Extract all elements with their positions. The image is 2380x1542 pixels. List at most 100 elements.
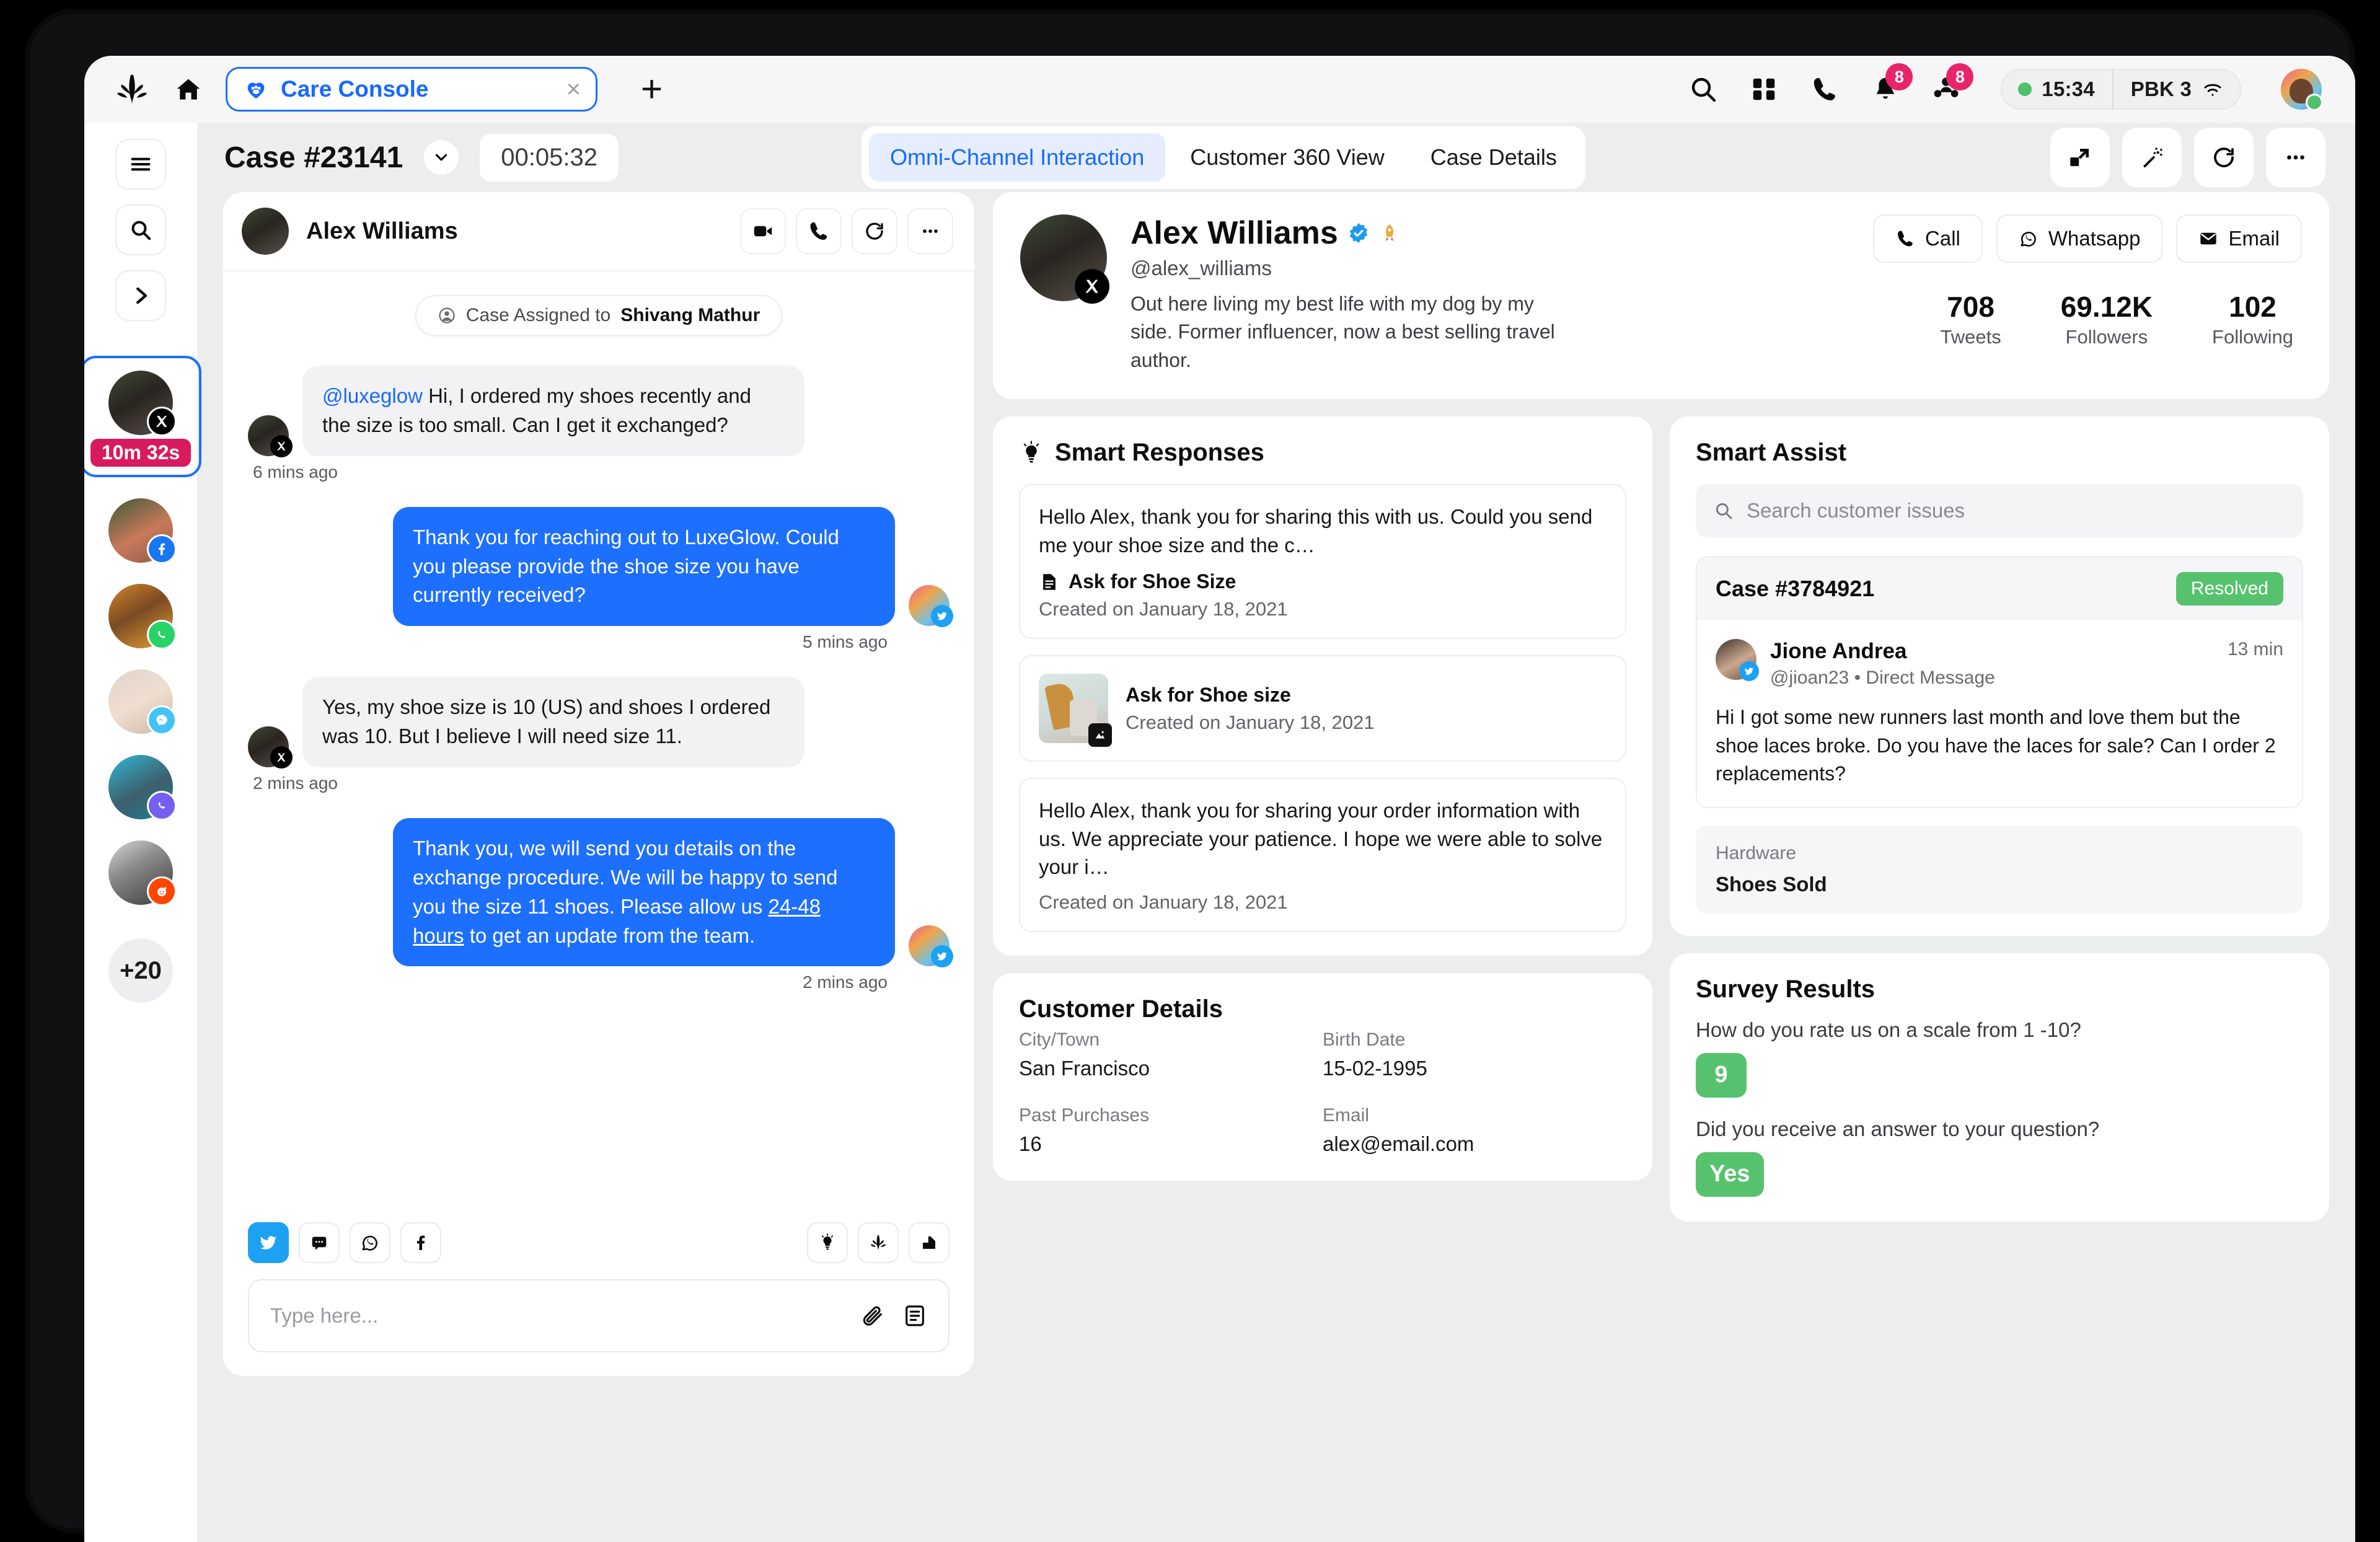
- queue-item-messenger[interactable]: [108, 669, 177, 735]
- attachment-icon[interactable]: [860, 1303, 885, 1328]
- whatsapp-button[interactable]: Whatsapp: [1996, 214, 2163, 263]
- composer-suggestions-button[interactable]: [807, 1222, 848, 1263]
- field-label: Past Purchases: [1019, 1104, 1150, 1126]
- composer-channel-twitter[interactable]: [248, 1222, 289, 1263]
- avatar: [108, 370, 177, 436]
- video-call-button[interactable]: [740, 208, 786, 254]
- message-timestamp: 5 mins ago: [803, 632, 888, 652]
- x-icon: [1075, 269, 1109, 304]
- workspace-content: Alex Williams Case Assigned to Shivang M…: [197, 192, 2355, 1542]
- agent-avatar[interactable]: [2281, 69, 2323, 111]
- mention-link[interactable]: @luxeglow: [322, 384, 423, 407]
- related-case-time: 13 min: [2227, 639, 2283, 660]
- queue-item-reddit[interactable]: [108, 840, 177, 906]
- tab-customer-360-view[interactable]: Customer 360 View: [1169, 133, 1406, 182]
- email-button[interactable]: Email: [2176, 214, 2302, 263]
- search-button[interactable]: [1686, 72, 1721, 107]
- message-timestamp: 2 mins ago: [253, 773, 338, 793]
- refresh-icon: [2214, 148, 2234, 167]
- wifi-icon: [2204, 84, 2221, 96]
- stat-label: Tweets: [1940, 326, 2001, 348]
- more-options-button[interactable]: [2266, 128, 2325, 187]
- message-input-tools: [860, 1303, 927, 1328]
- queue-item-viber[interactable]: [108, 755, 177, 821]
- phone-icon: [1814, 77, 1836, 100]
- expand-rail-button[interactable]: [115, 270, 166, 321]
- voice-call-button[interactable]: [796, 208, 842, 254]
- related-case-person: Jione Andrea @jioan23 • Direct Message 1…: [1716, 639, 2283, 689]
- template-icon[interactable]: [902, 1303, 927, 1328]
- call-button[interactable]: Call: [1873, 214, 1983, 263]
- team-button[interactable]: 8: [1929, 63, 1974, 107]
- queue-more-button[interactable]: +20: [108, 938, 173, 1003]
- topbar-left-group: Care Console × +: [113, 67, 663, 112]
- topbar-right-group: 8 8 15:34 PBK 3: [1686, 63, 2323, 111]
- call-button-label: Call: [1925, 227, 1960, 250]
- search-input[interactable]: [1747, 499, 2286, 523]
- customer-profile-card: Alex Williams @alex_williams Out here li…: [993, 192, 2329, 400]
- magic-wand-icon: [2143, 148, 2162, 168]
- document-icon: [1043, 574, 1056, 590]
- smart-response-item[interactable]: Hello Alex, thank you for sharing your o…: [1019, 778, 1626, 932]
- home-button[interactable]: [172, 73, 205, 105]
- close-icon[interactable]: ×: [566, 77, 581, 102]
- queue-item-whatsapp[interactable]: [108, 584, 177, 650]
- messenger-icon: [312, 1236, 327, 1250]
- phone-button[interactable]: [1807, 72, 1842, 107]
- transfer-button[interactable]: [2050, 128, 2110, 187]
- customer-details-grid: City/Town San Francisco Birth Date 15-02…: [993, 1023, 1652, 1181]
- panels-row: Smart Responses Hello Alex, thank you fo…: [993, 416, 2329, 1542]
- smart-assist-title: Smart Assist: [1696, 439, 1847, 467]
- queue-item-facebook[interactable]: [108, 498, 177, 564]
- customer-details-header: Customer Details: [993, 973, 1652, 1023]
- verified-badge-icon: [1349, 222, 1368, 244]
- tab-omni-channel-interaction[interactable]: Omni-Channel Interaction: [869, 133, 1166, 182]
- case-dropdown-button[interactable]: [424, 140, 459, 175]
- conversation-refresh-button[interactable]: [852, 208, 897, 254]
- smart-assist-header: Smart Assist: [1670, 416, 2329, 467]
- message-row: @luxeglow Hi, I ordered my shoes recentl…: [248, 366, 950, 457]
- composer-channel-messenger[interactable]: [299, 1222, 340, 1263]
- status-device-segment: PBK 3: [2112, 69, 2241, 110]
- queue-item-active[interactable]: 10m 32s: [84, 356, 201, 477]
- refresh-button[interactable]: [2194, 128, 2254, 187]
- notifications-button[interactable]: 8: [1868, 63, 1913, 107]
- magic-wand-button[interactable]: [2122, 128, 2182, 187]
- conversation-more-button[interactable]: [907, 208, 953, 254]
- apps-grid-button[interactable]: [1747, 72, 1781, 107]
- composer-sprinklr-button[interactable]: [858, 1222, 899, 1263]
- online-dot-icon: [2018, 82, 2032, 96]
- status-device: PBK 3: [2130, 77, 2192, 100]
- twitter-icon: [931, 605, 953, 628]
- composer-channel-facebook[interactable]: [400, 1222, 441, 1263]
- smart-response-date: Created on January 18, 2021: [1039, 891, 1288, 913]
- conversation-panel: Alex Williams Case Assigned to Shivang M…: [223, 192, 974, 1376]
- smart-responses-column: Smart Responses Hello Alex, thank you fo…: [993, 416, 1652, 1542]
- case-timer: 00:05:32: [480, 133, 619, 182]
- related-case-card[interactable]: Case #3784921 Resolved Jione Andrea @jio…: [1696, 556, 2303, 808]
- status-badge: Resolved: [2175, 572, 2283, 606]
- twitter-icon: [260, 1236, 276, 1249]
- related-case-body: Jione Andrea @jioan23 • Direct Message 1…: [1697, 620, 2302, 806]
- composer-channel-whatsapp[interactable]: [350, 1222, 390, 1263]
- smart-response-item[interactable]: Ask for Shoe size Created on January 18,…: [1019, 655, 1626, 762]
- smart-assist-column: Smart Assist Case #3784921: [1670, 416, 2329, 1542]
- email-icon: [2200, 232, 2217, 245]
- menu-button[interactable]: [115, 139, 166, 190]
- video-camera-icon: [754, 226, 772, 237]
- new-tab-button[interactable]: +: [641, 71, 663, 108]
- composer-channel-row: [248, 1222, 950, 1263]
- composer-knowledge-base-button[interactable]: [909, 1222, 950, 1263]
- smart-response-item[interactable]: Hello Alex, thank you for sharing this w…: [1019, 484, 1626, 640]
- stat-label: Followers: [2065, 326, 2148, 348]
- tab-case-details[interactable]: Case Details: [1409, 133, 1578, 182]
- field-value: San Francisco: [1019, 1056, 1150, 1080]
- message-input[interactable]: [270, 1304, 860, 1328]
- message-input-box[interactable]: [248, 1279, 950, 1352]
- notification-badge-count: 8: [1885, 63, 1913, 90]
- smart-assist-search-box[interactable]: [1696, 484, 2303, 538]
- sprinklr-logo-icon: [871, 1235, 886, 1251]
- smart-response-name: Ask for Shoe size: [1126, 683, 1291, 706]
- rail-search-button[interactable]: [115, 205, 166, 255]
- browser-tab-care-console[interactable]: Care Console ×: [226, 67, 597, 112]
